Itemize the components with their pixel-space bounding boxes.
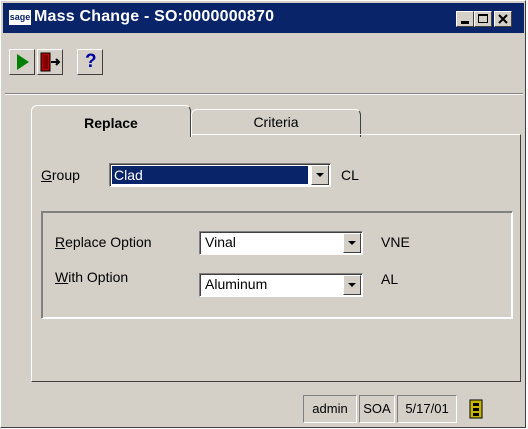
green-play-icon bbox=[17, 54, 29, 70]
exit-button[interactable] bbox=[37, 49, 63, 75]
with-option-label: With Option bbox=[55, 269, 129, 285]
minimize-button[interactable] bbox=[456, 11, 474, 27]
replace-option-select[interactable]: Vinal bbox=[199, 231, 363, 255]
tab-criteria-label: Criteria bbox=[253, 114, 299, 130]
group-select-value: Clad bbox=[112, 166, 308, 184]
status-date: 5/17/01 bbox=[397, 395, 457, 423]
close-button[interactable] bbox=[494, 11, 512, 27]
with-option-code: AL bbox=[381, 271, 399, 287]
with-option-select[interactable]: Aluminum bbox=[199, 273, 363, 297]
group-code: CL bbox=[341, 167, 359, 183]
mass-change-window: sage Mass Change - SO:0000000870 ? Repla… bbox=[0, 0, 526, 428]
chevron-down-icon[interactable] bbox=[343, 233, 361, 253]
tab-criteria[interactable]: Criteria bbox=[191, 109, 361, 137]
group-select[interactable]: Clad bbox=[109, 163, 331, 187]
toolbar-separator bbox=[5, 93, 523, 95]
replace-option-label: Replace Option bbox=[55, 234, 152, 250]
chevron-down-icon[interactable] bbox=[311, 165, 329, 185]
chevron-down-icon[interactable] bbox=[343, 275, 361, 295]
module-icon bbox=[469, 399, 483, 419]
help-button[interactable]: ? bbox=[77, 49, 103, 75]
toolbar: ? bbox=[3, 35, 524, 91]
status-user: admin bbox=[303, 395, 357, 423]
option-groupbox bbox=[41, 211, 513, 319]
tab-replace[interactable]: Replace bbox=[31, 105, 191, 137]
status-company: SOA bbox=[359, 395, 395, 423]
replace-option-code: VNE bbox=[381, 234, 410, 250]
with-option-value: Aluminum bbox=[205, 276, 268, 292]
minimize-icon bbox=[461, 21, 469, 24]
maximize-button[interactable] bbox=[474, 11, 492, 27]
window-title: Mass Change - SO:0000000870 bbox=[34, 8, 275, 25]
replace-option-value: Vinal bbox=[205, 234, 236, 250]
tab-replace-label: Replace bbox=[84, 115, 138, 131]
title-bar[interactable]: sage Mass Change - SO:0000000870 bbox=[3, 3, 524, 33]
help-icon: ? bbox=[85, 51, 97, 72]
run-button[interactable] bbox=[9, 49, 35, 75]
status-module-button[interactable] bbox=[459, 395, 487, 423]
close-icon bbox=[498, 14, 508, 24]
sage-logo-icon: sage bbox=[9, 10, 31, 25]
maximize-icon bbox=[478, 14, 488, 23]
exit-door-icon bbox=[40, 52, 61, 72]
group-label: Group bbox=[41, 167, 80, 183]
